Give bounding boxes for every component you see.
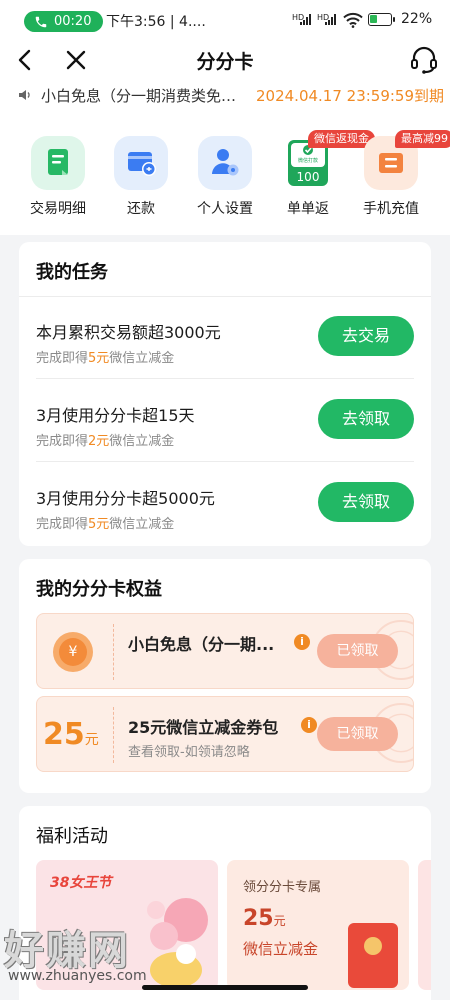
right-title: 小白免息（分一期... (128, 635, 275, 654)
battery-percent: 22% (401, 11, 433, 27)
quick-action-label: 个人设置 (197, 201, 253, 217)
cashback-amount: 100 (296, 170, 320, 184)
close-icon[interactable] (64, 48, 88, 72)
home-indicator[interactable] (142, 985, 308, 990)
promo-heading: 领分分卡专属 (243, 880, 322, 895)
task-action-button[interactable]: 去交易 (318, 316, 414, 356)
divider (113, 707, 114, 763)
right-title: 25元微信立减金券包 (128, 718, 279, 737)
back-arrow-icon[interactable] (14, 48, 36, 72)
watermark-url: www.zhuanyes.com (8, 968, 147, 984)
phone-icon (35, 16, 47, 27)
notice-text: 小白免息（分一期消费类免… (41, 87, 237, 105)
claimed-button[interactable]: 已领取 (317, 717, 398, 751)
quick-action-phone-topup[interactable]: 最高减99 手机充值 (351, 130, 450, 226)
quick-action-label: 交易明细 (30, 201, 86, 217)
task-item: 3月使用分分卡超15天 完成即得2元微信立减金 去领取 (36, 380, 414, 462)
right-item-coupon-pack[interactable]: 25元 25元微信立减金券包 i 查看领取-如领请忽略 已领取 (36, 696, 414, 772)
quick-action-transaction-detail[interactable]: 交易明细 (18, 136, 98, 226)
watermark-logo: 好赚网 www.zhuanyes.com (0, 918, 200, 988)
signal-icon-1 (300, 14, 311, 25)
task-title: 3月使用分分卡超15天 (36, 406, 195, 425)
wifi-icon (343, 12, 363, 28)
promo-card-coupon[interactable]: 领分分卡专属 25元 微信立减金 (227, 860, 409, 990)
task-action-button[interactable]: 去领取 (318, 482, 414, 522)
divider (36, 378, 414, 379)
repay-icon (114, 136, 168, 190)
notice-deadline: 2024.04.17 23:59:59到期 (256, 87, 445, 105)
personal-settings-icon (198, 136, 252, 190)
quick-action-label: 单单返 (287, 201, 329, 217)
quick-action-repay[interactable]: 还款 (101, 136, 181, 226)
task-action-button[interactable]: 去领取 (318, 399, 414, 439)
nav-bar: 分分卡 (0, 40, 450, 80)
promo-card-peek[interactable] (418, 860, 431, 990)
promo-amount: 25元 (243, 906, 286, 931)
right-subtitle: 查看领取-如领请忽略 (128, 745, 250, 760)
status-time: 下午3:56 | 4.... (106, 14, 206, 30)
task-subtitle: 完成即得5元微信立减金 (36, 517, 175, 532)
task-title: 本月累积交易额超3000元 (36, 323, 221, 342)
quick-actions-row: 交易明细 还款 个人设置 微信打款 100 微信返现金 单单返 最高减99 手机… (0, 130, 450, 226)
quick-action-label: 手机充值 (363, 201, 419, 217)
battery-icon (368, 13, 395, 26)
task-subtitle: 完成即得2元微信立减金 (36, 434, 175, 449)
rights-title: 我的分分卡权益 (36, 579, 162, 600)
rights-card: 我的分分卡权益 ¥ 小白免息（分一期... i 已领取 25元 25元微信立减金… (19, 559, 431, 793)
right-item-interest-free[interactable]: ¥ 小白免息（分一期... i 已领取 (36, 613, 414, 689)
quick-action-label: 还款 (127, 201, 155, 217)
tasks-card: 我的任务 本月累积交易额超3000元 完成即得5元微信立减金 去交易 3月使用分… (19, 242, 431, 546)
welfare-title: 福利活动 (36, 826, 108, 847)
info-icon[interactable]: i (294, 634, 310, 650)
task-item: 本月累积交易额超3000元 完成即得5元微信立减金 去交易 (36, 297, 414, 379)
customer-service-icon[interactable] (410, 45, 438, 75)
divider (113, 624, 114, 680)
cashback-inner-small: 微信打款 (297, 158, 318, 164)
info-icon[interactable]: i (301, 717, 317, 733)
coupon-amount: 25元 (43, 717, 99, 752)
coin-icon: ¥ (53, 632, 93, 672)
quick-action-personal-settings[interactable]: 个人设置 (185, 136, 265, 226)
signal-icon-2 (325, 14, 336, 25)
notice-bar[interactable]: 小白免息（分一期消费类免… 2024.04.17 23:59:59到期 (0, 82, 450, 108)
speaker-icon (19, 90, 30, 100)
status-bar: 00:20 下午3:56 | 4.... HD HD 22% (0, 0, 450, 40)
phone-topup-badge: 最高减99 (395, 130, 450, 148)
ongoing-call-pill[interactable]: 00:20 (24, 11, 103, 32)
tasks-title: 我的任务 (36, 262, 108, 283)
task-title: 3月使用分分卡超5000元 (36, 489, 215, 508)
promo-desc: 微信立减金 (243, 940, 319, 958)
task-subtitle: 完成即得5元微信立减金 (36, 351, 175, 366)
call-duration: 00:20 (54, 14, 92, 29)
task-item: 3月使用分分卡超5000元 完成即得5元微信立减金 去领取 (36, 463, 414, 545)
divider (36, 461, 414, 462)
quick-action-cashback[interactable]: 微信打款 100 微信返现金 单单返 (268, 130, 375, 226)
transaction-detail-icon (31, 136, 85, 190)
red-envelope-icon (348, 923, 398, 988)
claimed-button[interactable]: 已领取 (317, 634, 398, 668)
